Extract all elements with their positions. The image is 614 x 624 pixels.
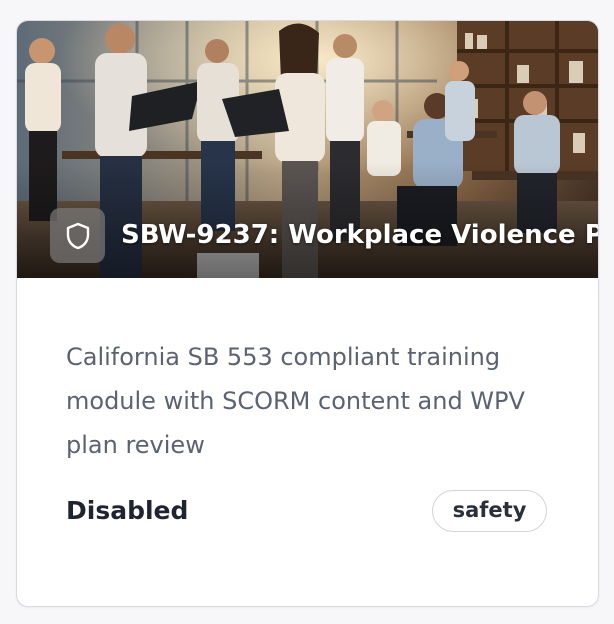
shield-icon-badge [50, 208, 105, 263]
training-module-card[interactable]: SBW-9237: Workplace Violence Prevention … [16, 20, 599, 607]
status-label: Disabled [66, 496, 189, 525]
shield-icon [66, 222, 89, 249]
card-description: California SB 553 compliant training mod… [66, 343, 525, 459]
card-hero: SBW-9237: Workplace Violence Prevention [17, 21, 598, 278]
card-title[interactable]: SBW-9237: Workplace Violence Prevention [121, 218, 598, 252]
category-tag[interactable]: safety [432, 490, 547, 532]
